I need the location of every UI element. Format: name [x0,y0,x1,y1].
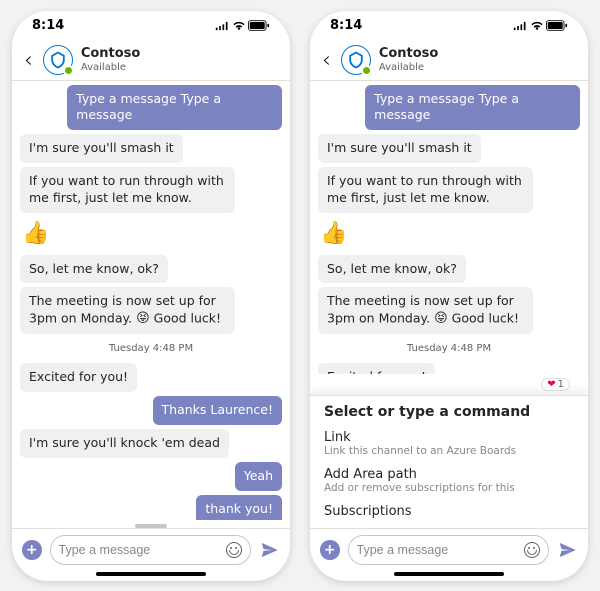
message-input[interactable] [357,543,518,557]
heart-icon: ❤ [547,379,555,390]
timestamp: Tuesday 4:48 PM [318,342,580,356]
add-button[interactable]: + [320,540,340,560]
header-text[interactable]: Contoso Available [81,47,141,72]
command-sheet-title: Select or type a command [324,404,574,420]
message-emoji[interactable]: 👍 [318,217,349,251]
chat-name: Contoso [379,47,439,61]
battery-icon [248,20,270,31]
message-received[interactable]: I'm sure you'll smash it [318,134,481,163]
message-received[interactable]: If you want to run through with me first… [318,167,533,213]
message-received[interactable]: So, let me know, ok? [318,255,466,284]
message-sent[interactable]: Thanks Laurence! [153,396,282,425]
reaction-chip[interactable]: ❤1 [531,372,580,395]
command-title: Subscriptions [324,504,574,518]
add-button[interactable]: + [22,540,42,560]
message-received[interactable]: Excited for you! [318,363,435,373]
command-item[interactable]: Add Area path Add or remove subscription… [324,467,574,494]
chat-name: Contoso [81,47,141,61]
chat-header: ‹ Contoso Available [310,41,588,81]
message-emoji[interactable]: 👍 [20,217,51,251]
back-button[interactable]: ‹ [22,48,35,73]
message-sent[interactable]: Type a message Type a message [365,85,580,131]
message-received[interactable]: If you want to run through with me first… [20,167,235,213]
message-received[interactable]: The meeting is now set up for 3pm on Mon… [318,287,533,333]
status-icons [513,20,568,31]
back-button[interactable]: ‹ [320,48,333,73]
send-icon[interactable] [259,539,280,561]
message-received[interactable]: I'm sure you'll smash it [20,134,183,163]
presence-label: Available [379,62,439,73]
message-input[interactable] [59,543,220,557]
emoji-icon[interactable] [226,542,242,558]
status-bar: 8:14 [12,11,290,41]
command-sheet: Select or type a command Link Link this … [310,395,588,528]
command-item[interactable]: Link Link this channel to an Azure Board… [324,430,574,457]
timestamp: Tuesday 4:48 PM [20,342,282,356]
status-icons [215,20,270,31]
message-received[interactable]: The meeting is now set up for 3pm on Mon… [20,287,235,333]
avatar[interactable] [341,45,371,75]
command-title: Add Area path [324,467,574,482]
status-time: 8:14 [32,18,64,33]
status-bar: 8:14 [310,11,588,41]
emoji-icon[interactable] [524,542,540,558]
header-text[interactable]: Contoso Available [379,47,439,72]
wifi-icon [232,21,246,31]
command-subtitle: Link this channel to an Azure Boards [324,445,574,457]
message-received[interactable]: So, let me know, ok? [20,255,168,284]
presence-dot [63,65,74,76]
phone-left: 8:14 ‹ Contoso Available Type a message … [12,11,290,581]
chat-header: ‹ Contoso Available [12,41,290,81]
cellular-icon [215,21,230,31]
status-time: 8:14 [330,18,362,33]
command-item[interactable]: Subscriptions [324,504,574,518]
send-icon[interactable] [557,539,578,561]
message-sent[interactable]: Yeah [235,462,282,491]
home-indicator[interactable] [96,572,206,576]
command-title: Link [324,430,574,445]
composer: + [12,528,290,569]
message-received[interactable]: Excited for you! [20,363,137,392]
wifi-icon [530,21,544,31]
reaction-count: 1 [558,379,564,390]
message-sent[interactable]: thank you! [196,495,282,520]
phone-right: 8:14 ‹ Contoso Available Type a message … [310,11,588,581]
message-input-box[interactable] [50,535,251,565]
presence-label: Available [81,62,141,73]
presence-dot [361,65,372,76]
home-indicator[interactable] [394,572,504,576]
command-subtitle: Add or remove subscriptions for this [324,482,574,494]
message-list[interactable]: Type a message Type a message I'm sure yo… [310,81,588,374]
avatar[interactable] [43,45,73,75]
message-list[interactable]: Type a message Type a message I'm sure yo… [12,81,290,520]
cellular-icon [513,21,528,31]
composer: + [310,528,588,569]
message-sent[interactable]: Type a message Type a message [67,85,282,131]
message-received[interactable]: I'm sure you'll knock 'em dead [20,429,229,458]
battery-icon [546,20,568,31]
message-input-box[interactable] [348,535,549,565]
